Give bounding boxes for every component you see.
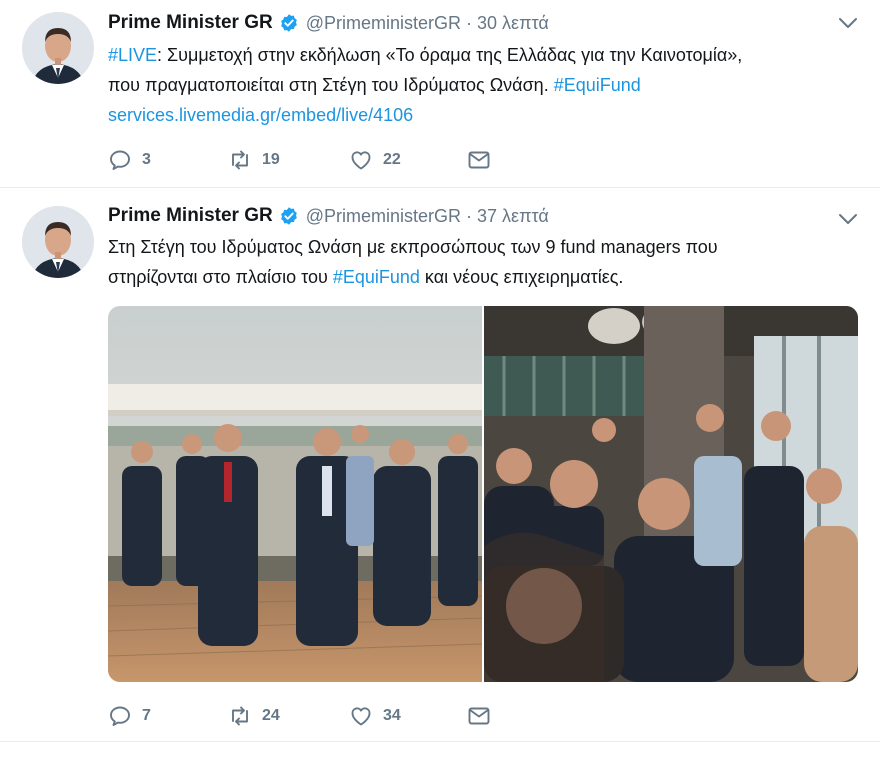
author-name[interactable]: Prime Minister GR bbox=[108, 12, 273, 34]
hashtag-link[interactable]: #LIVE bbox=[108, 45, 157, 65]
reply-button[interactable]: 7 bbox=[108, 704, 228, 728]
reply-count: 3 bbox=[142, 151, 151, 168]
like-button[interactable]: 34 bbox=[349, 704, 467, 728]
retweet-button[interactable]: 24 bbox=[228, 704, 349, 728]
envelope-icon bbox=[468, 707, 490, 725]
tweet-text-line: που πραγματοποιείται στη Στέγη του Ιδρύμ… bbox=[108, 70, 868, 100]
chevron-down-icon[interactable] bbox=[838, 16, 858, 30]
verified-badge-icon bbox=[279, 206, 299, 226]
tweet-text-segment: και νέους επιχειρηματίες. bbox=[419, 267, 624, 287]
like-count: 22 bbox=[383, 151, 401, 168]
photo-image bbox=[484, 306, 858, 682]
retweet-icon bbox=[232, 150, 248, 170]
retweet-icon bbox=[232, 706, 248, 726]
tweet-text: Στη Στέγη του Ιδρύματος Ωνάση με εκπροσώ… bbox=[108, 232, 868, 292]
retweet-count: 24 bbox=[262, 707, 280, 724]
hashtag-link[interactable]: #EquiFund bbox=[554, 75, 641, 95]
tweet-text-line: Στη Στέγη του Ιδρύματος Ωνάση με εκπροσώ… bbox=[108, 237, 718, 257]
tweet-actions: 3 19 22 bbox=[108, 148, 491, 172]
tweet-header: Prime Minister GR @PrimeministerGR · 37 … bbox=[108, 203, 549, 229]
tweet-text-line: #LIVE: Συμμετοχή στην εκδήλωση «Το όραμα… bbox=[108, 40, 868, 70]
tweet[interactable]: Prime Minister GR @PrimeministerGR · 37 … bbox=[0, 190, 880, 742]
author-handle[interactable]: @PrimeministerGR bbox=[306, 13, 461, 34]
direct-message-button[interactable] bbox=[467, 704, 491, 728]
retweet-button[interactable]: 19 bbox=[228, 148, 349, 172]
tweet-text: #LIVE: Συμμετοχή στην εκδήλωση «Το όραμα… bbox=[108, 40, 868, 130]
separator: · bbox=[466, 12, 473, 33]
retweet-count: 19 bbox=[262, 151, 280, 168]
avatar-image bbox=[22, 12, 94, 84]
photo-image bbox=[108, 306, 482, 682]
avatar-image bbox=[22, 206, 94, 278]
tweet-text-segment: : Συμμετοχή στην εκδήλωση «Το όραμα της … bbox=[157, 45, 743, 65]
reply-count: 7 bbox=[142, 707, 151, 724]
tweet-text-line: στηρίζονται στο πλαίσιο του #EquiFund κα… bbox=[108, 262, 868, 292]
avatar[interactable] bbox=[22, 12, 94, 84]
verified-badge-icon bbox=[279, 13, 299, 33]
separator: · bbox=[466, 205, 473, 226]
url-link[interactable]: services.livemedia.gr/embed/live/4106 bbox=[108, 100, 868, 130]
reply-button[interactable]: 3 bbox=[108, 148, 228, 172]
hashtag-link[interactable]: #EquiFund bbox=[333, 267, 420, 287]
tweet-text-segment: που πραγματοποιείται στη Στέγη του Ιδρύμ… bbox=[108, 75, 554, 95]
reply-icon bbox=[110, 706, 130, 726]
timestamp[interactable]: 37 λεπτά bbox=[477, 206, 549, 227]
direct-message-button[interactable] bbox=[467, 148, 491, 172]
like-button[interactable]: 22 bbox=[349, 148, 467, 172]
timestamp[interactable]: 30 λεπτά bbox=[477, 13, 549, 34]
tweet-header: Prime Minister GR @PrimeministerGR · 30 … bbox=[108, 10, 549, 36]
envelope-icon bbox=[468, 151, 490, 169]
like-count: 34 bbox=[383, 707, 401, 724]
author-handle[interactable]: @PrimeministerGR bbox=[306, 206, 461, 227]
heart-icon bbox=[351, 707, 371, 726]
tweet-actions: 7 24 34 bbox=[108, 704, 491, 728]
tweet-text-segment: στηρίζονται στο πλαίσιο του bbox=[108, 267, 333, 287]
tweet[interactable]: Prime Minister GR @PrimeministerGR · 30 … bbox=[0, 0, 880, 188]
author-name[interactable]: Prime Minister GR bbox=[108, 205, 273, 227]
chevron-down-icon[interactable] bbox=[838, 212, 858, 226]
reply-icon bbox=[110, 150, 130, 170]
photo-grid bbox=[108, 306, 858, 682]
photo-rooftop-group[interactable] bbox=[108, 306, 482, 682]
photo-indoor-meeting[interactable] bbox=[484, 306, 858, 682]
avatar[interactable] bbox=[22, 206, 94, 278]
heart-icon bbox=[351, 151, 371, 170]
